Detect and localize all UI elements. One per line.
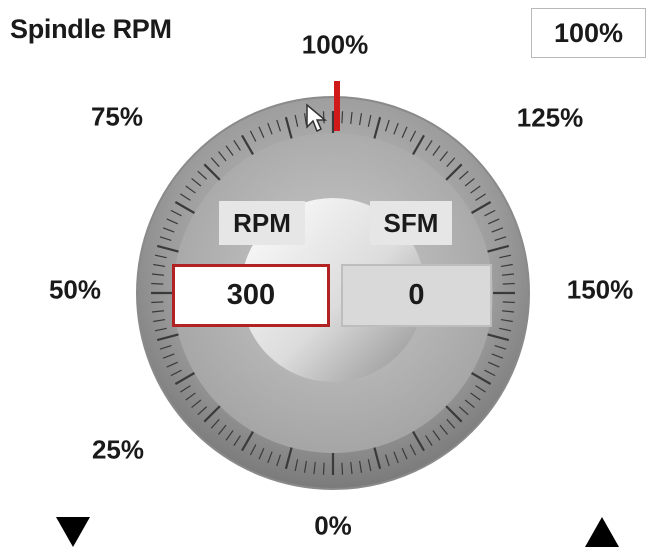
- rpm-value-input[interactable]: 300: [172, 264, 330, 327]
- dial-minor-tick: [341, 111, 344, 124]
- dial-label-75: 75%: [90, 101, 144, 132]
- mouse-pointer-icon: [306, 103, 328, 133]
- triangle-down-icon[interactable]: [56, 517, 90, 547]
- triangle-up-icon[interactable]: [585, 517, 619, 547]
- dial-label-125: 125%: [516, 102, 584, 133]
- dial-minor-tick: [151, 282, 164, 285]
- sfm-value-input[interactable]: 0: [341, 264, 492, 327]
- dial-label-100: 100%: [301, 29, 369, 60]
- dial-minor-tick: [502, 301, 515, 304]
- sfm-label: SFM: [370, 201, 452, 245]
- rpm-label: RPM: [219, 201, 305, 245]
- dial-label-25: 25%: [91, 434, 145, 465]
- dial-minor-tick: [151, 301, 164, 304]
- dial-minor-tick: [502, 282, 515, 285]
- dial-minor-tick: [322, 462, 325, 475]
- dial-label-0: 0%: [314, 510, 352, 541]
- dial-minor-tick: [341, 462, 344, 475]
- dial-label-50: 50%: [48, 274, 102, 305]
- dial-label-150: 150%: [566, 274, 634, 305]
